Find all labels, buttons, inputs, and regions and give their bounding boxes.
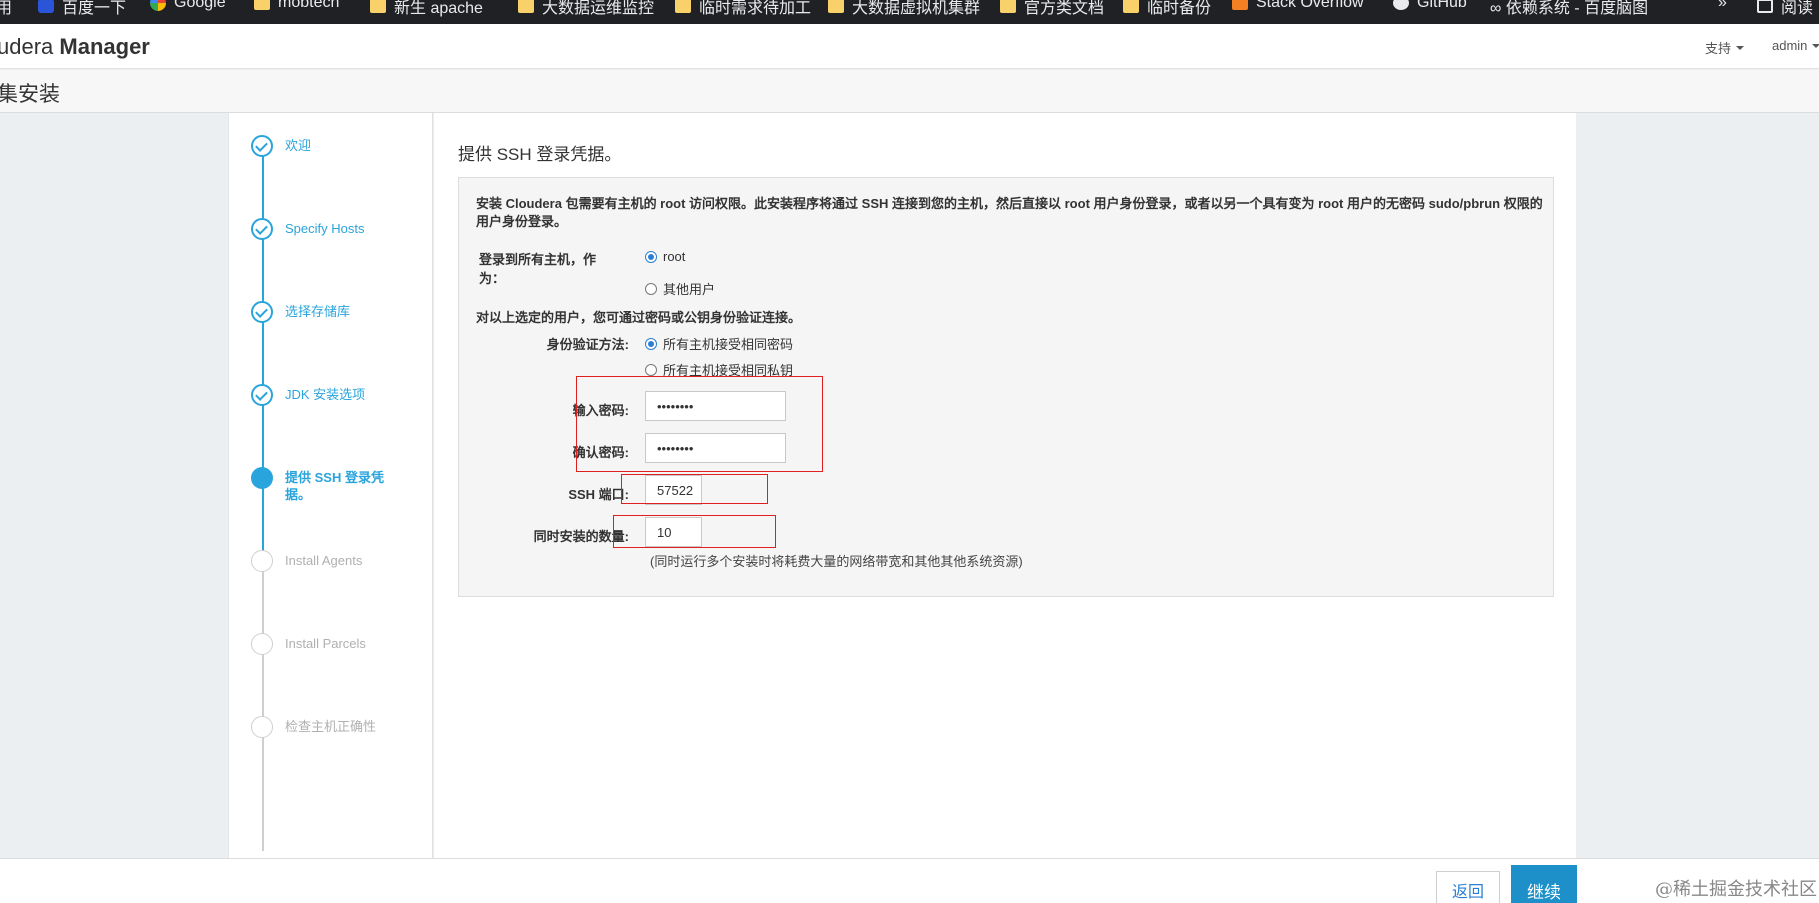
user-menu[interactable]: admin (1772, 38, 1819, 53)
bookmark-item[interactable]: 大数据运维监控 (518, 0, 654, 18)
back-button[interactable]: 返回 (1436, 871, 1500, 903)
bookmark-item[interactable]: 官方类文档 (1000, 0, 1104, 18)
bookmark-item[interactable]: 大数据虚拟机集群 (828, 0, 980, 18)
auth-same-password-radio[interactable]: 所有主机接受相同密码 (645, 334, 793, 353)
wizard-step-ssh-credentials: 提供 SSH 登录凭据。 (251, 467, 431, 503)
radio-empty-icon (645, 282, 657, 295)
bookmark-item[interactable]: GitHub (1393, 0, 1467, 12)
annotation-box (621, 474, 768, 504)
google-icon (150, 0, 166, 11)
auth-method-label: 身份验证方法: (546, 337, 629, 352)
empty-circle-icon (251, 550, 273, 572)
baidu-icon (38, 0, 54, 13)
wizard-step-welcome[interactable]: 欢迎 (251, 135, 431, 157)
folder-icon (828, 0, 844, 13)
concurrent-installs-hint: (同时运行多个安装时将耗费大量的网络带宽和其他其他系统资源) (650, 554, 1023, 569)
annotation-box (613, 515, 776, 548)
brand-logo[interactable]: udera Manager (0, 34, 150, 60)
github-icon (1393, 0, 1409, 10)
login-as-label: 登录到所有主机，作为： (479, 252, 597, 286)
folder-icon (1000, 0, 1016, 13)
annotation-box (576, 376, 823, 472)
folder-icon (1123, 0, 1139, 13)
check-circle-icon (251, 135, 273, 157)
reading-list-icon (1757, 0, 1773, 13)
empty-circle-icon (251, 716, 273, 738)
folder-icon (254, 0, 270, 10)
main-content: 提供 SSH 登录凭据。 安装 Cloudera 包需要有主机的 root 访问… (434, 113, 1576, 858)
ssh-credentials-panel: 安装 Cloudera 包需要有主机的 root 访问权限。此安装程序将通过 S… (458, 177, 1554, 597)
login-root-radio[interactable]: root (645, 249, 685, 264)
check-circle-icon (251, 301, 273, 323)
login-other-user-radio[interactable]: 其他用户 (645, 279, 715, 298)
watermark: @稀土掘金技术社区 (1655, 879, 1817, 900)
bookmark-item[interactable]: 临时备份 (1123, 0, 1211, 18)
wizard-step-install-agents: Install Agents (251, 550, 431, 572)
bookmarks-overflow-button[interactable]: » (1718, 0, 1727, 12)
folder-icon (518, 0, 534, 13)
bookmark-item[interactable]: 百度一下 (38, 0, 126, 18)
page-title: 集安装 (0, 83, 60, 106)
wizard-steps: 欢迎 Specify Hosts 选择存储库 JDK 安装选项 提供 SSH 登… (228, 113, 433, 858)
ssh-port-label: SSH 端口: (568, 487, 629, 502)
wizard-footer: 返回 继续 @稀土掘金技术社区 (0, 858, 1819, 903)
bookmark-item[interactable]: 新生 apache (370, 0, 483, 18)
support-menu[interactable]: 支持 (1705, 38, 1745, 57)
check-circle-icon (251, 218, 273, 240)
page-header: 集安装 (0, 70, 1819, 113)
radio-selected-icon (645, 250, 657, 263)
top-navbar: udera Manager 支持 admin (0, 24, 1819, 69)
wizard-step-host-inspection: 检查主机正确性 (251, 716, 431, 738)
auth-note: 对以上选定的用户，您可通过密码或公钥身份验证连接。 (476, 310, 802, 325)
wizard-step-jdk[interactable]: JDK 安装选项 (251, 384, 431, 406)
bookmark-item[interactable]: ∞ 依赖系统 - 百度脑图 (1490, 0, 1648, 18)
stackoverflow-icon (1232, 0, 1248, 10)
caret-down-icon (1736, 45, 1745, 50)
folder-icon (370, 0, 386, 13)
reading-list-button[interactable]: 阅读 (1757, 0, 1813, 18)
current-step-icon (251, 467, 273, 489)
empty-circle-icon (251, 633, 273, 655)
section-title: 提供 SSH 登录凭据。 (458, 145, 622, 164)
bookmark-item[interactable]: 用 (0, 0, 12, 18)
bookmark-item[interactable]: mobtech (254, 0, 339, 12)
continue-button[interactable]: 继续 (1511, 865, 1577, 903)
intro-text: 安装 Cloudera 包需要有主机的 root 访问权限。此安装程序将通过 S… (476, 196, 1543, 229)
concurrent-installs-label: 同时安装的数量: (533, 529, 629, 544)
caret-down-icon (1812, 43, 1819, 48)
wizard-step-install-parcels: Install Parcels (251, 633, 431, 655)
bookmark-item[interactable]: Google (150, 0, 226, 12)
bookmark-item[interactable]: Stack Overflow (1232, 0, 1364, 12)
bookmark-item[interactable]: 临时需求待加工 (675, 0, 811, 18)
check-circle-icon (251, 384, 273, 406)
folder-icon (675, 0, 691, 13)
wizard-step-specify-hosts[interactable]: Specify Hosts (251, 218, 431, 240)
radio-selected-icon (645, 337, 657, 350)
wizard-step-repository[interactable]: 选择存储库 (251, 301, 431, 323)
bookmarks-bar: 用 百度一下 Google mobtech 新生 apache 大数据运维监控 … (0, 0, 1819, 24)
radio-empty-icon (645, 363, 657, 376)
step-connector-todo (262, 551, 264, 851)
